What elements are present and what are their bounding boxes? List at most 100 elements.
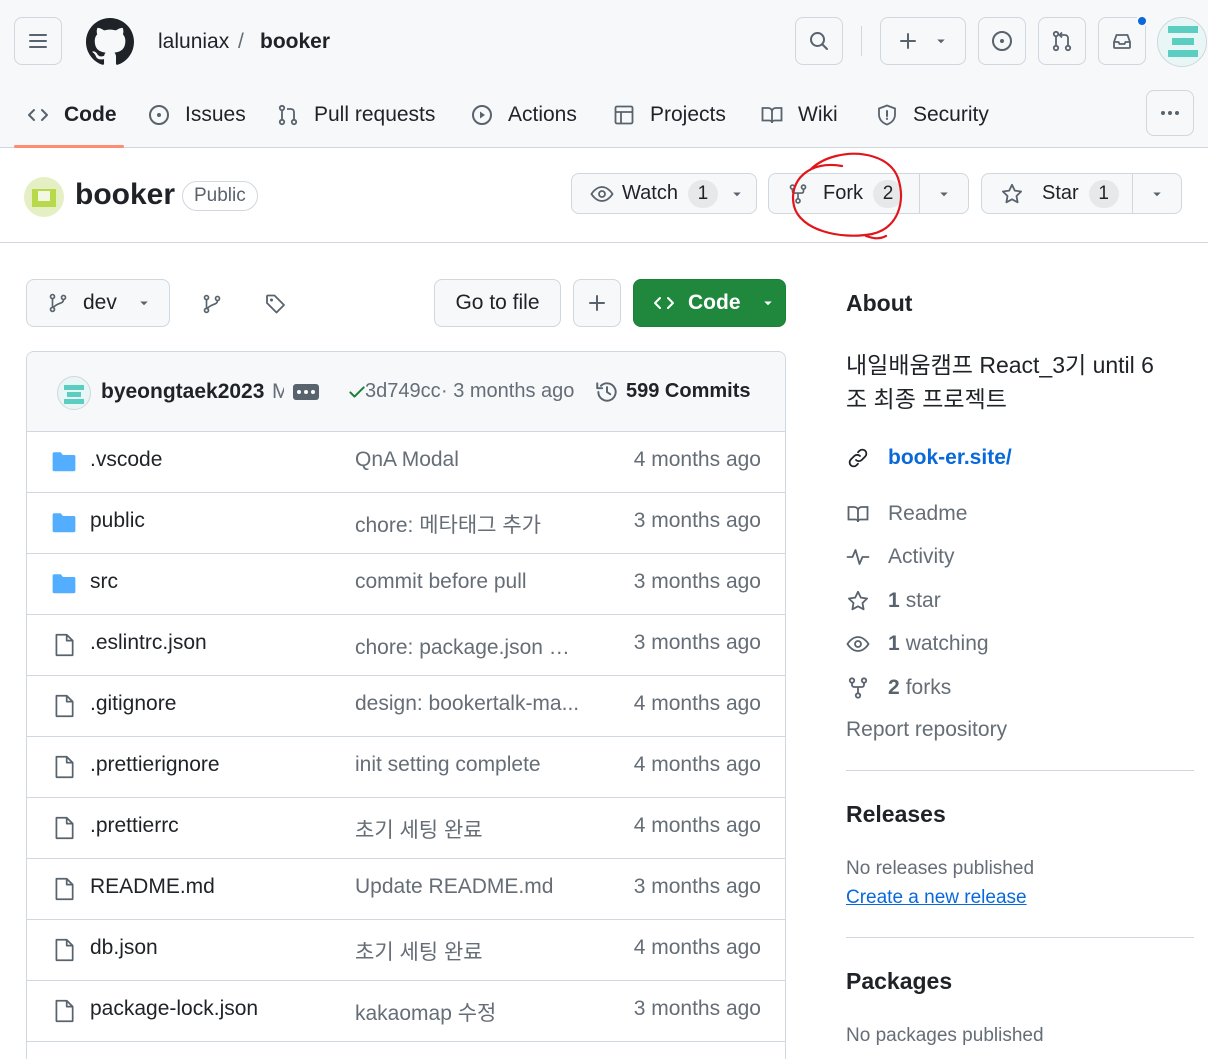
commits-count[interactable]: 599 Commits — [626, 380, 751, 403]
github-logo-icon[interactable] — [86, 18, 134, 66]
file-commit-message[interactable]: Update README.md — [355, 875, 585, 899]
commit-author-avatar[interactable] — [57, 376, 91, 410]
issue-circle-icon — [149, 105, 169, 125]
toolbar-divider — [861, 26, 862, 56]
breadcrumb-owner[interactable]: laluniax — [158, 28, 229, 56]
stars-link[interactable]: 1 star — [846, 587, 941, 615]
table-icon — [614, 105, 634, 125]
tag-icon — [266, 294, 285, 314]
commit-time: · 3 months ago — [441, 380, 575, 402]
file-row[interactable]: .gitignore design: bookertalk-ma... 4 mont… — [27, 676, 785, 737]
caret-down-icon — [733, 192, 741, 196]
file-row[interactable]: .vscode QnA Modal 4 months ago — [27, 432, 785, 493]
file-commit-message[interactable]: chore: package.json 정... — [355, 631, 585, 661]
file-row[interactable]: db.json 초기 세팅 완료 4 months ago — [27, 920, 785, 981]
releases-heading[interactable]: Releases — [846, 801, 946, 828]
file-name[interactable]: README.md — [90, 875, 215, 899]
file-name[interactable]: .prettierrc — [90, 814, 179, 838]
stars-count: 1 — [888, 589, 900, 612]
file-name[interactable]: .eslintrc.json — [90, 631, 207, 655]
menu-button[interactable] — [14, 17, 62, 65]
caret-down-icon[interactable] — [935, 185, 953, 203]
file-row[interactable]: src commit before pull 3 months ago — [27, 554, 785, 615]
tab-issues-label: Issues — [185, 103, 246, 126]
watchers-link[interactable]: 1 watching — [846, 630, 989, 658]
repo-description: 내일배움캠프 React_3기 until 6 조 최종 프로젝트 — [846, 348, 1194, 416]
file-name[interactable]: .prettierignore — [90, 753, 220, 777]
file-icon — [55, 816, 74, 840]
file-age: 3 months ago — [633, 509, 761, 532]
go-to-file-label: Go to file — [455, 291, 540, 314]
star-button[interactable]: Star 1 — [981, 173, 1182, 214]
file-row[interactable]: package-lock.json kakaomap 수정 3 months ago — [27, 981, 785, 1042]
caret-down-icon[interactable] — [1148, 185, 1166, 203]
branch-selector[interactable]: dev — [26, 279, 170, 327]
readme-label: Readme — [888, 502, 968, 525]
file-commit-message[interactable]: commit before pull — [355, 570, 585, 594]
hamburger-icon — [29, 34, 47, 48]
tab-security[interactable]: Security — [875, 98, 989, 132]
tab-pull-requests[interactable]: Pull requests — [276, 98, 435, 132]
code-dropdown-button[interactable]: Code — [633, 279, 786, 327]
file-row[interactable]: README.md Update README.md 3 months ago — [27, 859, 785, 920]
tab-projects-label: Projects — [650, 103, 726, 126]
file-name[interactable]: src — [90, 570, 118, 594]
readme-link[interactable]: Readme — [846, 500, 967, 528]
watch-button[interactable]: Watch 1 — [571, 173, 757, 214]
file-commit-message[interactable]: kakaomap 수정 — [355, 997, 585, 1027]
file-name[interactable]: .vscode — [90, 448, 162, 472]
issues-button[interactable] — [978, 17, 1026, 65]
commit-message-truncated[interactable]: M — [272, 380, 284, 404]
repo-name[interactable]: booker — [75, 178, 175, 212]
file-commit-message[interactable]: 초기 세팅 완료 — [355, 814, 585, 844]
packages-heading[interactable]: Packages — [846, 968, 952, 995]
breadcrumb-repo[interactable]: booker — [260, 28, 330, 56]
create-new-button[interactable] — [880, 17, 966, 65]
tab-wiki[interactable]: Wiki — [760, 98, 838, 132]
homepage-link[interactable]: book-er.site/ — [846, 444, 1012, 472]
link-icon — [848, 448, 868, 468]
tags-button[interactable] — [258, 287, 294, 321]
tab-issues[interactable]: Issues — [147, 98, 246, 132]
file-row[interactable]: .prettierignore init setting complete 4 mo… — [27, 737, 785, 798]
add-file-button[interactable] — [573, 279, 621, 327]
watch-count: 1 — [687, 179, 718, 208]
branch-icon — [203, 294, 221, 314]
create-release-link[interactable]: Create a new release — [846, 887, 1027, 909]
pulse-icon — [846, 549, 870, 565]
file-row[interactable]: public chore: 메타태그 추가 3 months ago — [27, 493, 785, 554]
file-name[interactable]: public — [90, 509, 145, 533]
file-browser: byeongtaek2023 M 3d749cc · 3 months ago … — [26, 351, 786, 1059]
search-button[interactable] — [795, 17, 843, 65]
shield-icon — [878, 104, 896, 126]
file-commit-message[interactable]: QnA Modal — [355, 448, 585, 472]
commit-hash[interactable]: 3d749cc — [365, 380, 441, 403]
report-repository-link[interactable]: Report repository — [846, 718, 1007, 742]
file-name[interactable]: .gitignore — [90, 692, 176, 716]
tab-code[interactable]: Code — [26, 98, 117, 132]
branches-button[interactable] — [194, 287, 230, 321]
go-to-file-button[interactable]: Go to file — [434, 279, 561, 327]
commit-author[interactable]: byeongtaek2023 — [101, 380, 264, 404]
pull-requests-button[interactable] — [1038, 17, 1086, 65]
tab-actions[interactable]: Actions — [470, 98, 577, 132]
file-commit-message[interactable]: chore: 메타태그 추가 — [355, 509, 585, 539]
file-name[interactable]: db.json — [90, 936, 158, 960]
commit-message-expand-button[interactable] — [293, 384, 319, 400]
file-commit-message[interactable]: init setting complete — [355, 753, 585, 777]
avatar[interactable] — [1157, 17, 1207, 67]
tab-projects[interactable]: Projects — [612, 98, 726, 132]
kebab-horizontal-icon — [1161, 111, 1179, 115]
file-commit-message[interactable]: 초기 세팅 완료 — [355, 936, 585, 966]
activity-link[interactable]: Activity — [846, 543, 955, 571]
file-name[interactable]: package-lock.json — [90, 997, 258, 1021]
file-row[interactable]: .prettierrc 초기 세팅 완료 4 months ago — [27, 798, 785, 859]
file-row[interactable]: .eslintrc.json chore: package.json 정... 3 … — [27, 615, 785, 676]
code-icon — [654, 297, 674, 309]
tab-security-label: Security — [913, 103, 989, 126]
more-tabs-button[interactable] — [1146, 90, 1194, 136]
file-commit-message[interactable]: design: bookertalk-ma... — [355, 692, 585, 716]
file-age: 3 months ago — [633, 997, 761, 1020]
forks-link[interactable]: 2 forks — [846, 674, 951, 702]
no-releases-text: No releases published — [846, 858, 1035, 879]
